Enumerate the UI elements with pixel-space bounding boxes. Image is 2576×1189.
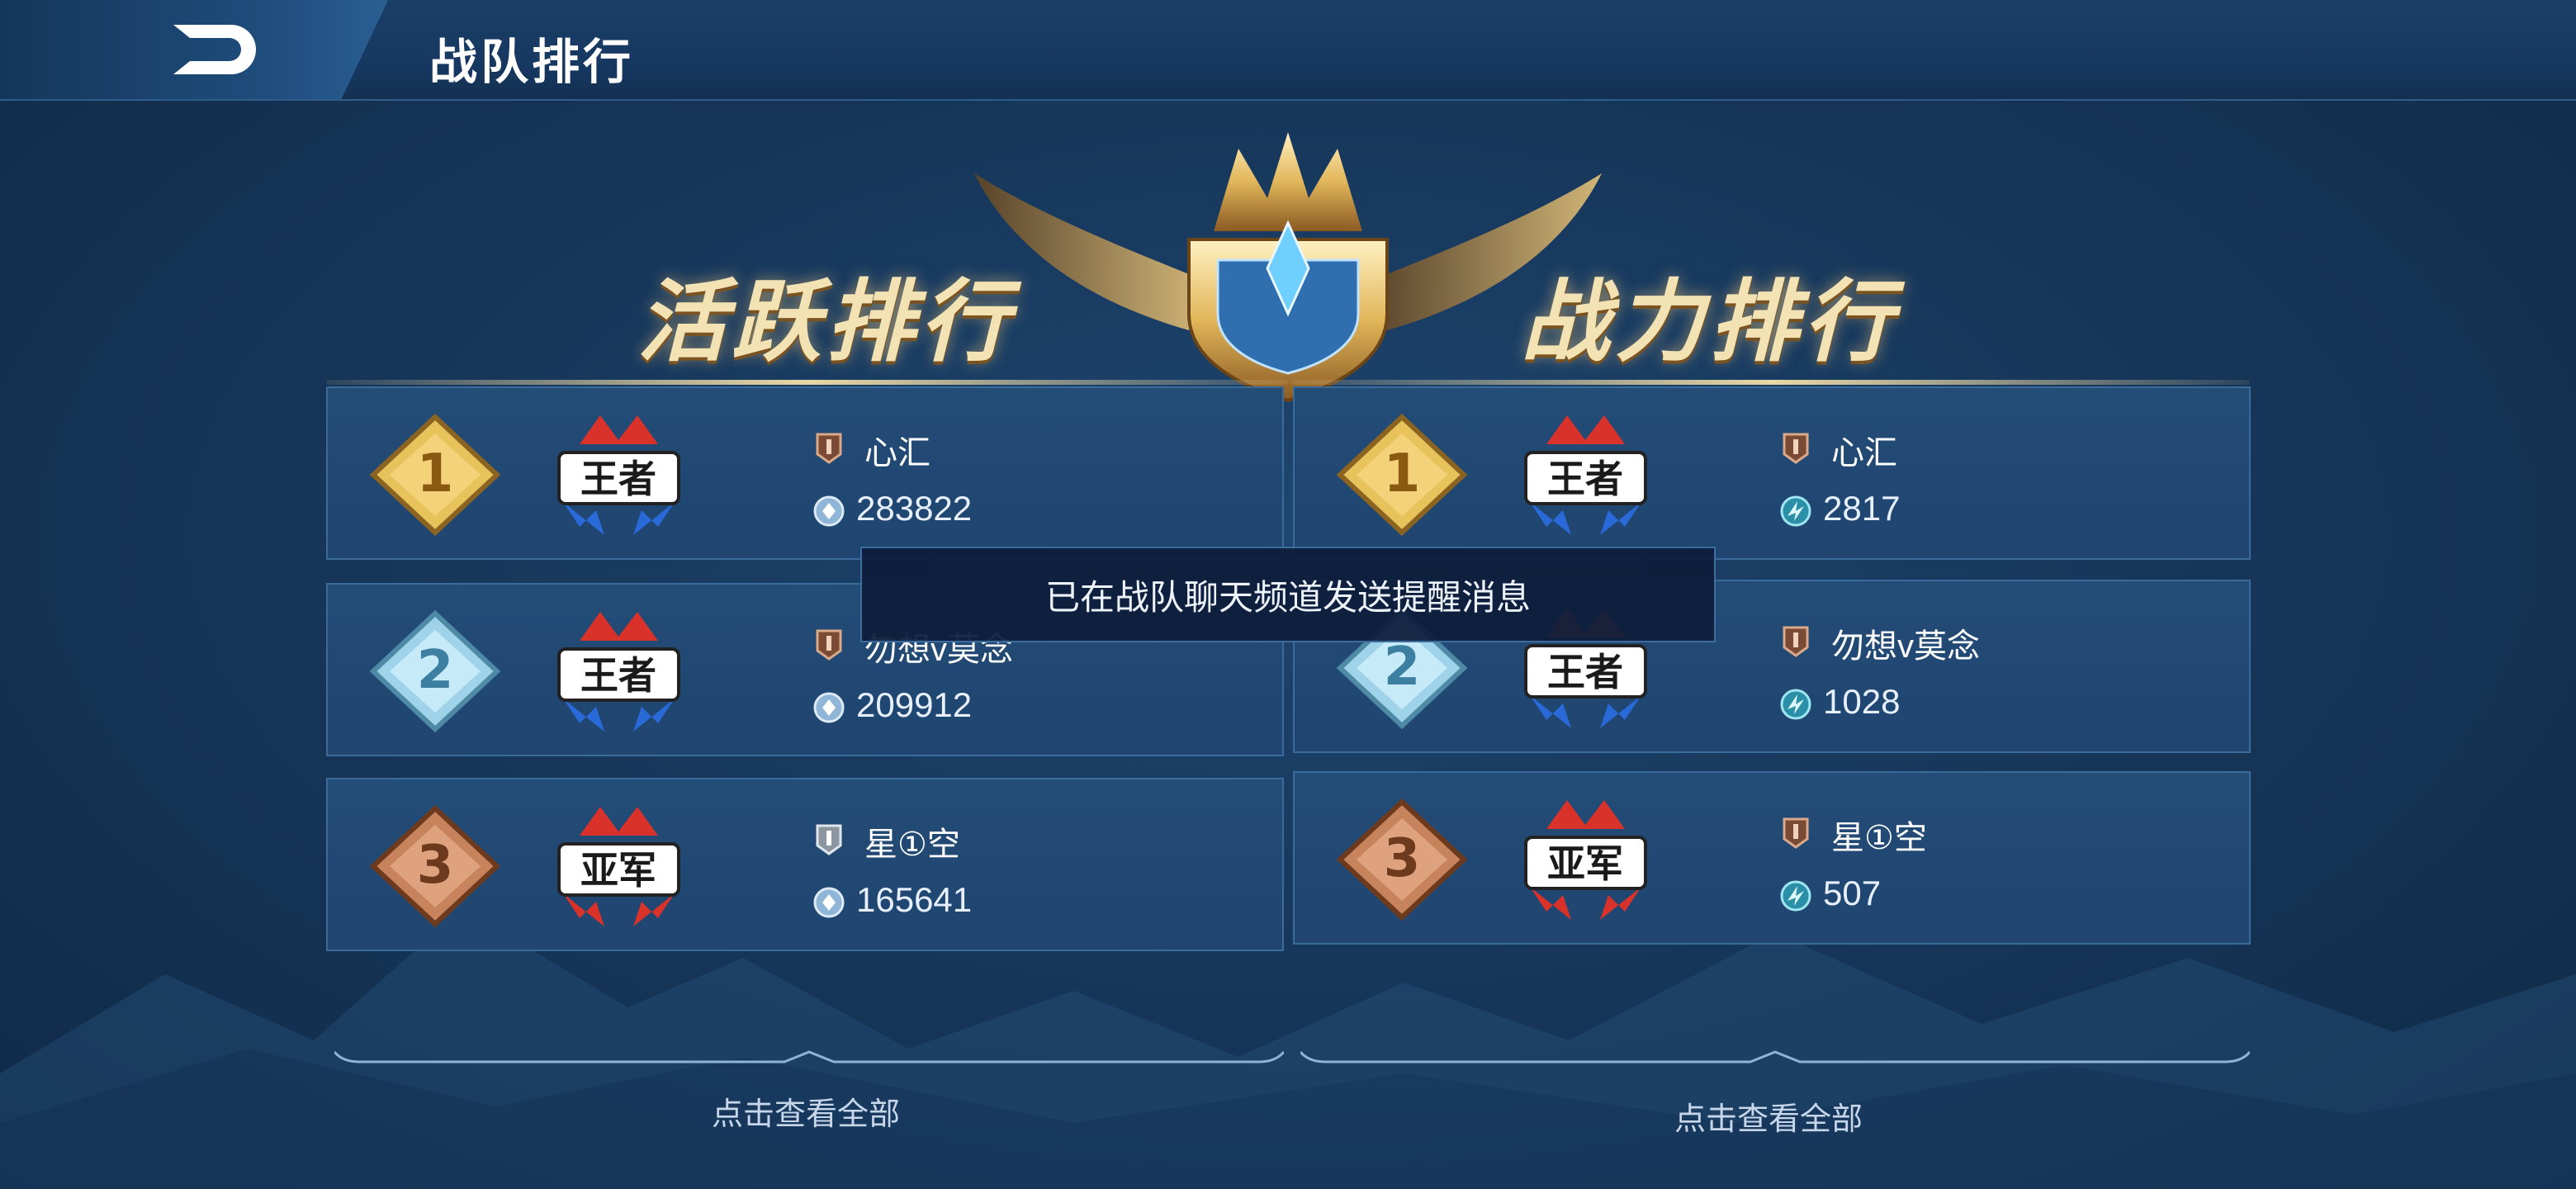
rank-number: 3 bbox=[1384, 828, 1421, 889]
activity-footer-divider bbox=[334, 1050, 1284, 1063]
tier-emblem-icon: 亚军 bbox=[557, 807, 680, 926]
activity-view-all-link[interactable]: 点击查看全部 bbox=[712, 1088, 900, 1134]
power-footer-divider bbox=[1300, 1050, 2250, 1063]
power-icon bbox=[1780, 689, 1811, 720]
team-rank-flag-icon bbox=[816, 629, 842, 661]
rank-number: 2 bbox=[1384, 637, 1421, 698]
activity-score: 209912 bbox=[856, 685, 973, 724]
power-score: 1028 bbox=[1823, 682, 1901, 721]
tier-label: 王者 bbox=[1547, 650, 1623, 694]
team-name: 心汇 bbox=[1831, 435, 1897, 471]
team-rank-flag-icon bbox=[816, 433, 842, 464]
top-bar: 战队排行 bbox=[0, 0, 2576, 101]
tier-label: 亚军 bbox=[1547, 841, 1623, 886]
tier-emblem-icon: 亚军 bbox=[1524, 800, 1647, 920]
team-rank-flag-icon bbox=[1783, 626, 1809, 657]
bronze-rank-badge-icon: 3 bbox=[1336, 798, 1468, 921]
power-view-all-link[interactable]: 点击查看全部 bbox=[1674, 1093, 1863, 1139]
power-score: 2817 bbox=[1823, 489, 1901, 528]
tier-label: 王者 bbox=[1547, 457, 1623, 501]
silver-rank-badge-icon: 2 bbox=[369, 609, 501, 733]
activity-rank-row[interactable]: 1 王者 心汇 283822 bbox=[326, 386, 1284, 560]
toast-notification: 已在战队聊天频道发送提醒消息 bbox=[860, 547, 1716, 642]
activity-icon bbox=[813, 495, 845, 527]
power-score: 507 bbox=[1823, 874, 1882, 912]
power-rank-row[interactable]: 3 亚军 星①空 507 bbox=[1293, 771, 2251, 945]
tier-label: 亚军 bbox=[580, 848, 656, 893]
rank-number: 1 bbox=[417, 443, 454, 504]
rank-number: 1 bbox=[1384, 443, 1421, 504]
toast-message: 已在战队聊天频道发送提醒消息 bbox=[1044, 577, 1531, 617]
activity-ranking-heading: 活跃排行 bbox=[637, 272, 1014, 372]
power-rank-row[interactable]: 1 王者 心汇 2817 bbox=[1293, 386, 2251, 560]
page-title: 战队排行 bbox=[429, 36, 635, 89]
tier-emblem-icon: 王者 bbox=[1524, 415, 1647, 535]
power-ranking-heading: 战力排行 bbox=[1520, 272, 1897, 372]
power-icon bbox=[1780, 495, 1811, 527]
team-rank-flag-icon bbox=[1783, 433, 1809, 464]
rank-number: 2 bbox=[417, 640, 454, 701]
team-name: 星①空 bbox=[1831, 820, 1927, 856]
activity-score: 283822 bbox=[856, 489, 973, 528]
activity-icon bbox=[813, 692, 845, 723]
gold-rank-badge-icon: 1 bbox=[1336, 413, 1468, 537]
tier-label: 王者 bbox=[580, 457, 656, 501]
activity-score: 165641 bbox=[856, 880, 973, 919]
bronze-rank-badge-icon: 3 bbox=[369, 804, 501, 928]
tier-emblem-icon: 王者 bbox=[557, 415, 680, 535]
team-rank-flag-icon bbox=[1783, 817, 1809, 849]
power-panel-top-line bbox=[1292, 380, 2250, 385]
gold-rank-badge-icon: 1 bbox=[369, 413, 501, 537]
team-name: 勿想v莫念 bbox=[1831, 628, 1980, 665]
team-rank-flag-icon bbox=[816, 824, 842, 855]
tier-emblem-icon: 王者 bbox=[557, 612, 680, 732]
activity-panel-top-line bbox=[326, 380, 1288, 385]
team-name: 星①空 bbox=[864, 827, 960, 863]
tier-label: 王者 bbox=[580, 653, 656, 698]
team-name: 心汇 bbox=[864, 435, 930, 471]
power-icon bbox=[1780, 880, 1811, 912]
activity-icon bbox=[813, 887, 845, 918]
activity-rank-row[interactable]: 3 亚军 星①空 165641 bbox=[326, 778, 1284, 951]
back-arrow-icon[interactable] bbox=[165, 18, 272, 81]
rank-number: 3 bbox=[417, 835, 454, 896]
